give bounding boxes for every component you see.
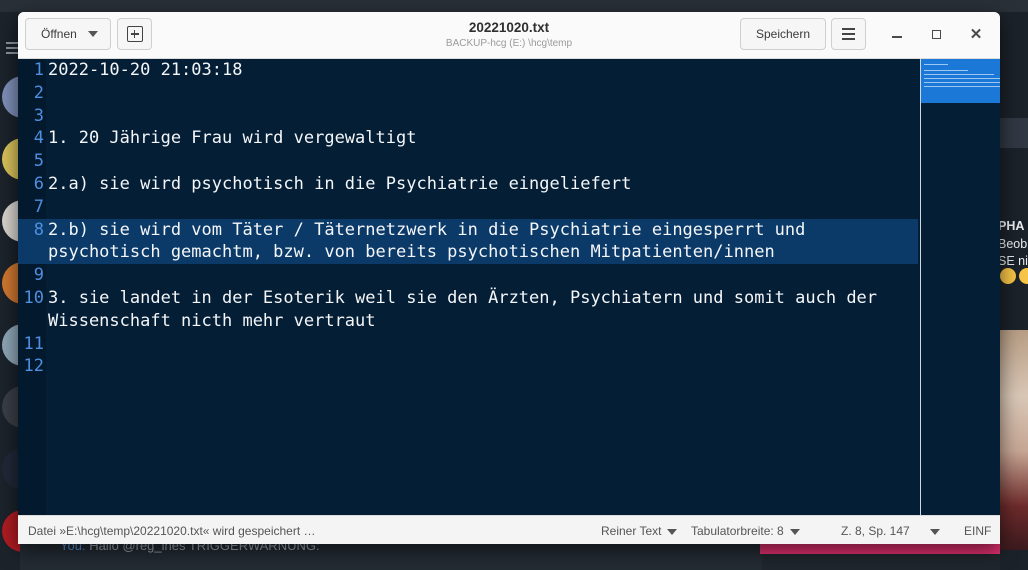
editor-line-current[interactable]: 8 2.b) sie wird vom Täter / Täternetzwer… — [18, 218, 918, 265]
cursor-position: Z. 8, Sp. 147 — [841, 524, 910, 538]
editor-line[interactable]: 7 — [18, 196, 918, 219]
minimap-line — [924, 86, 1000, 87]
chevron-down-icon — [789, 528, 800, 535]
chevron-down-icon — [88, 31, 98, 37]
minimap-line — [924, 64, 948, 65]
insert-mode[interactable]: EINF — [964, 524, 991, 538]
main-menu-button[interactable] — [831, 18, 866, 50]
text-editor-window: Öffnen 20221020.txt BACKUP-hcg (E:) \hcg… — [18, 12, 1000, 544]
editor-line[interactable]: 12 — [18, 355, 918, 378]
emoji-icon — [1000, 268, 1016, 284]
open-button[interactable]: Öffnen — [25, 18, 111, 50]
background-photo — [1000, 330, 1028, 550]
text-editor-area[interactable]: 1 2022-10-20 21:03:18 2 3 4 1. 20 Jährig… — [18, 59, 1000, 515]
line-text: 2.a) sie wird psychotisch in die Psychia… — [48, 174, 632, 194]
line-text: 2022-10-20 21:03:18 — [48, 60, 243, 80]
background-app-topbar — [0, 0, 1028, 12]
minimap-line — [924, 70, 968, 71]
minimap-viewport[interactable] — [921, 59, 1000, 103]
line-text: 3. sie landet in der Esoterik weil sie d… — [48, 288, 888, 331]
line-text: 2.b) sie wird vom Täter / Täternetzwerk … — [48, 219, 816, 263]
line-number: 5 — [33, 151, 44, 172]
line-number: 12 — [23, 356, 44, 377]
background-right-text: SE ni — [998, 254, 1028, 268]
language-label: Reiner Text — [601, 524, 662, 538]
editor-line[interactable]: 1 2022-10-20 21:03:18 — [18, 59, 918, 82]
editor-line[interactable]: 3 — [18, 105, 918, 128]
status-message: Datei »E:\hcg\temp\20221020.txt« wird ge… — [28, 524, 316, 538]
line-number: 2 — [33, 82, 44, 103]
chevron-down-icon — [930, 528, 940, 535]
header-bar: Öffnen 20221020.txt BACKUP-hcg (E:) \hcg… — [18, 12, 1000, 59]
editor-line[interactable]: 10 3. sie landet in der Esoterik weil si… — [18, 287, 918, 331]
line-number: 4 — [33, 128, 44, 149]
line-number: 8 — [33, 219, 44, 240]
emoji-icon — [1019, 268, 1028, 284]
line-number: 7 — [33, 196, 44, 217]
line-number: 11 — [23, 333, 44, 354]
minimap-line — [924, 82, 1000, 83]
background-right-text: PHA — [998, 219, 1025, 233]
tab-width-selector[interactable]: Tabulatorbreite: 8 — [691, 524, 800, 538]
line-number: 3 — [33, 105, 44, 126]
minimap-line — [924, 74, 994, 75]
line-number: 6 — [33, 174, 44, 194]
new-document-icon — [126, 26, 143, 42]
open-button-label: Öffnen — [41, 27, 77, 41]
close-icon[interactable]: ✕ — [965, 23, 987, 45]
hamburger-menu-icon — [842, 28, 855, 30]
background-right-header — [1000, 118, 1028, 148]
maximize-icon[interactable] — [925, 23, 947, 45]
line-number: 9 — [33, 265, 44, 286]
line-text: 1. 20 Jährige Frau wird vergewaltigt — [48, 128, 417, 149]
line-number: 10 — [23, 288, 44, 308]
editor-line[interactable]: 4 1. 20 Jährige Frau wird vergewaltigt — [18, 127, 918, 150]
editor-line[interactable]: 2 — [18, 82, 918, 105]
tab-width-label: Tabulatorbreite: 8 — [691, 524, 784, 538]
new-document-button[interactable] — [117, 18, 152, 50]
save-button[interactable]: Speichern — [740, 18, 826, 50]
line-number: 1 — [33, 60, 44, 80]
background-right-text: Beob — [998, 237, 1028, 251]
window-subtitle: BACKUP-hcg (E:) \hcg\temp — [445, 38, 573, 49]
language-selector[interactable]: Reiner Text — [601, 524, 678, 538]
editor-line[interactable]: 11 — [18, 333, 918, 356]
minimize-icon[interactable] — [886, 23, 908, 45]
editor-line[interactable]: 5 — [18, 150, 918, 173]
status-bar: Datei »E:\hcg\temp\20221020.txt« wird ge… — [18, 515, 1000, 544]
editor-line[interactable]: 9 — [18, 264, 918, 287]
editor-line[interactable]: 6 2.a) sie wird psychotisch in die Psych… — [18, 173, 918, 196]
window-title: 20221020.txt — [468, 20, 550, 35]
minimap[interactable] — [920, 59, 1000, 515]
position-menu[interactable] — [924, 524, 940, 538]
minimap-line — [924, 78, 1000, 79]
chevron-down-icon — [667, 528, 678, 535]
